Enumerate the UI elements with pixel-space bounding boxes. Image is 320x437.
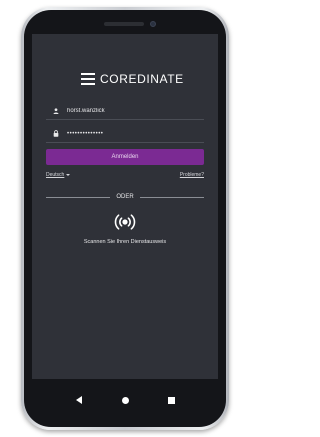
lock-icon <box>51 130 61 137</box>
phone-frame: COREDINATE horst.wanzlick ••••••••••••••… <box>21 7 229 430</box>
language-label: Deutsch <box>46 172 65 178</box>
earpiece <box>104 22 144 26</box>
password-field[interactable] <box>46 125 204 143</box>
home-circle-icon[interactable] <box>117 392 133 408</box>
phone-bezel: COREDINATE horst.wanzlick ••••••••••••••… <box>24 10 226 427</box>
logo-text: COREDINATE <box>100 72 184 86</box>
nfc-icon[interactable] <box>113 212 137 232</box>
scan-instruction: Scannen Sie Ihren Dienstausweis <box>83 239 167 245</box>
username-input[interactable] <box>67 107 197 114</box>
recent-square-icon[interactable] <box>163 392 179 408</box>
login-button[interactable]: Anmelden <box>46 149 204 165</box>
chevron-down-icon <box>66 174 71 176</box>
divider-label: ODER <box>116 194 134 200</box>
language-selector[interactable]: Deutsch <box>46 172 71 178</box>
password-input[interactable] <box>67 130 197 137</box>
user-icon <box>51 107 61 114</box>
problems-link[interactable]: Probleme? <box>180 172 204 178</box>
front-camera <box>150 21 156 27</box>
username-field[interactable] <box>46 102 204 120</box>
logo-mark-icon <box>81 73 95 85</box>
divider-right <box>140 197 204 198</box>
app-screen: COREDINATE horst.wanzlick ••••••••••••••… <box>32 34 218 379</box>
back-triangle-icon[interactable] <box>71 392 87 408</box>
app-logo: COREDINATE <box>81 72 184 86</box>
android-nav-bar <box>32 379 218 421</box>
divider-left <box>46 197 110 198</box>
